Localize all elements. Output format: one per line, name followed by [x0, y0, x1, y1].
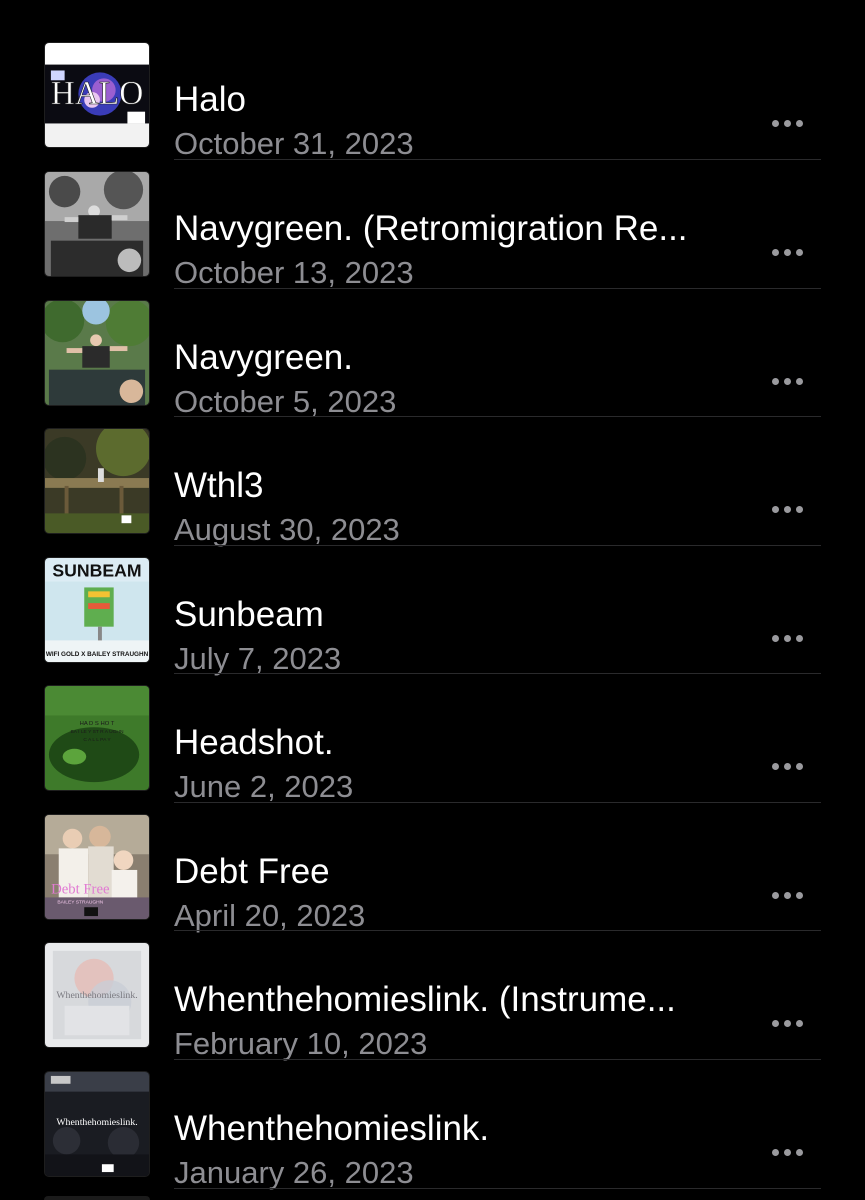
release-row-halo[interactable]: HALO Halo October 31, 2023 [0, 28, 865, 161]
album-art-navygreen-retromigration [44, 171, 150, 277]
release-title: Sunbeam [174, 595, 324, 634]
more-options-button[interactable] [762, 880, 812, 910]
album-art-navygreen [44, 300, 150, 406]
whenthehomieslink-instrumental-art-text: Whenthehomieslink. [56, 990, 137, 1001]
ellipsis-icon [771, 248, 803, 256]
release-row-headshot[interactable]: HA D S HO T BA I LE Y ST R A UGHN C A L … [0, 671, 865, 804]
more-options-button[interactable] [762, 1008, 812, 1038]
debt-free-artist-text: BAILEY STRAUGHN [57, 899, 103, 905]
release-title: Whenthehomieslink. [174, 1109, 490, 1148]
album-art-headshot: HA D S HO T BA I LE Y ST R A UGHN C A L … [44, 685, 150, 791]
release-list: HALO Halo October 31, 2023 Navygreen. (R… [0, 0, 865, 1200]
more-options-button[interactable] [762, 1137, 812, 1167]
release-title: Wthl3 [174, 466, 264, 505]
ellipsis-icon [771, 505, 803, 513]
halo-art-text: HALO [51, 75, 144, 112]
release-title: Headshot. [174, 723, 334, 762]
ellipsis-icon [771, 891, 803, 899]
release-row-whenthehomieslink-instrumental[interactable]: Whenthehomieslink. Whenthehomieslink. (I… [0, 928, 865, 1061]
album-art-next-partial [44, 1196, 150, 1200]
ellipsis-icon [771, 634, 803, 642]
release-title: Debt Free [174, 852, 330, 891]
album-art-wthl3 [44, 428, 150, 534]
whenthehomieslink-art-text: Whenthehomieslink. [56, 1117, 137, 1128]
release-title: Navygreen. (Retromigration Re... [174, 209, 688, 248]
headshot-art-line2: BA I LE Y ST R A UGHN [70, 729, 123, 735]
release-row-whenthehomieslink[interactable]: Whenthehomieslink. Whenthehomieslink. Ja… [0, 1057, 865, 1190]
debt-free-art-text: Debt Free [51, 881, 110, 897]
more-options-button[interactable] [762, 366, 812, 396]
separator [174, 1188, 821, 1189]
album-art-whenthehomieslink: Whenthehomieslink. [44, 1071, 150, 1177]
release-title: Halo [174, 80, 246, 119]
ellipsis-icon [771, 1148, 803, 1156]
release-date: January 26, 2023 [174, 1155, 414, 1190]
release-title: Navygreen. [174, 338, 353, 377]
release-row-wthl3[interactable]: Wthl3 August 30, 2023 [0, 414, 865, 547]
album-art-sunbeam: SUNBEAM WIFI GOLD X BAILEY STRAUGHN [44, 557, 150, 663]
more-options-button[interactable] [762, 494, 812, 524]
release-row-navygreen-retromigration[interactable]: Navygreen. (Retromigration Re... October… [0, 157, 865, 290]
album-art-whenthehomieslink-instrumental: Whenthehomieslink. [44, 942, 150, 1048]
ellipsis-icon [771, 377, 803, 385]
sunbeam-art-text: SUNBEAM [52, 561, 141, 581]
sunbeam-credit-text: WIFI GOLD X BAILEY STRAUGHN [46, 651, 149, 658]
release-row-sunbeam[interactable]: SUNBEAM WIFI GOLD X BAILEY STRAUGHN Sunb… [0, 543, 865, 676]
more-options-button[interactable] [762, 237, 812, 267]
album-art-debt-free: Debt Free BAILEY STRAUGHN [44, 814, 150, 920]
album-art-halo: HALO [44, 42, 150, 148]
more-options-button[interactable] [762, 623, 812, 653]
ellipsis-icon [771, 762, 803, 770]
more-options-button[interactable] [762, 751, 812, 781]
release-title: Whenthehomieslink. (Instrume... [174, 980, 676, 1019]
release-row-debt-free[interactable]: Debt Free BAILEY STRAUGHN Debt Free Apri… [0, 800, 865, 933]
headshot-art-line1: HA D S HO T [80, 721, 115, 727]
ellipsis-icon [771, 119, 803, 127]
release-row-navygreen[interactable]: Navygreen. October 5, 2023 [0, 286, 865, 419]
more-options-button[interactable] [762, 108, 812, 138]
ellipsis-icon [771, 1019, 803, 1027]
headshot-art-line3: C A L L PA Y [83, 737, 111, 743]
